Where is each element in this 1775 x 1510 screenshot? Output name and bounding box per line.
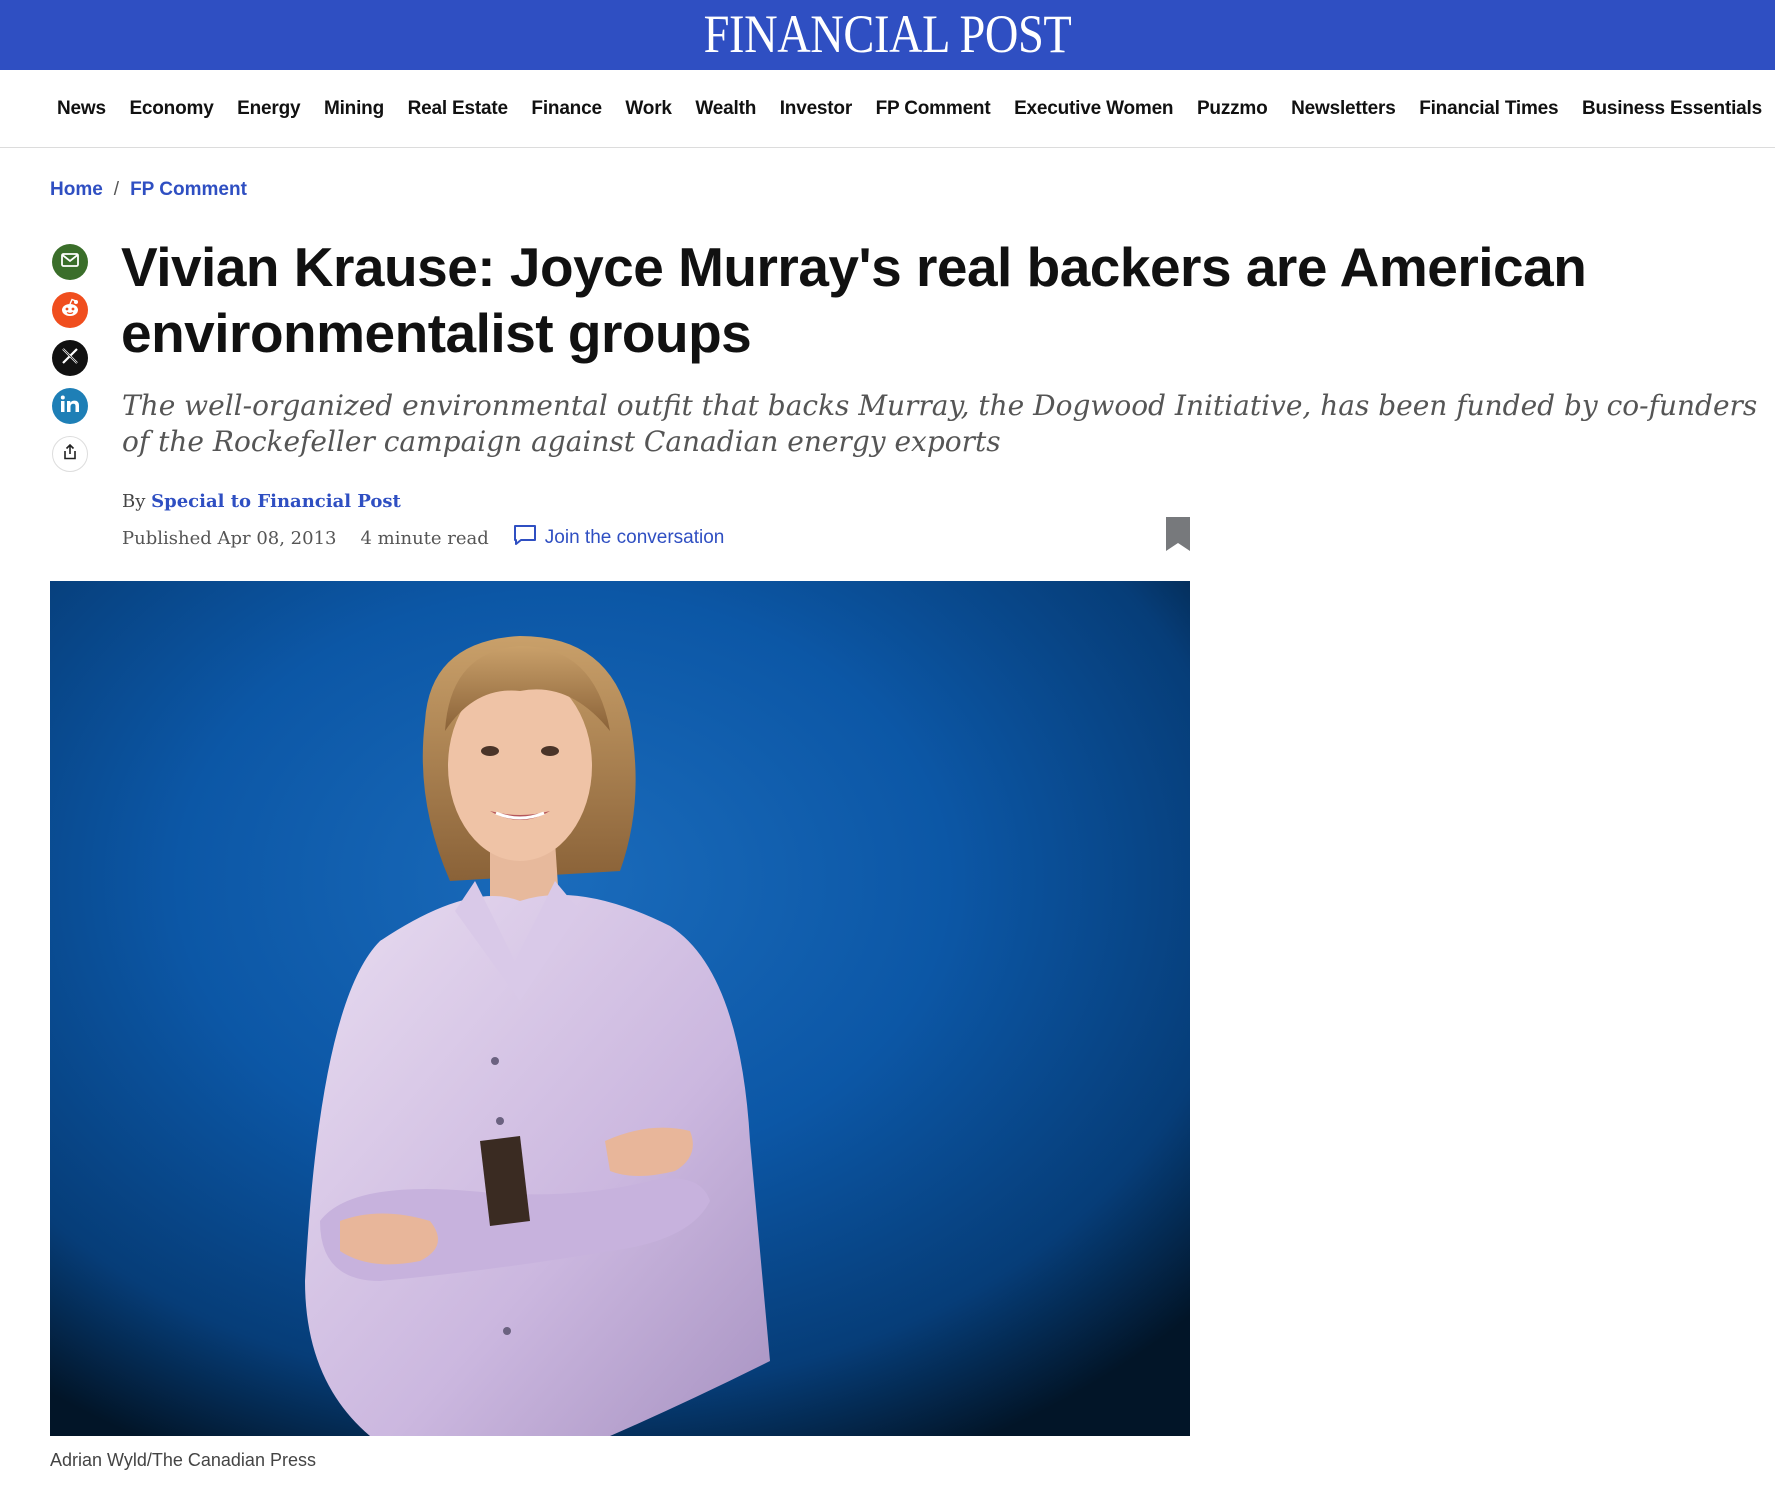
nav-item-newsletters[interactable]: Newsletters (1291, 98, 1396, 120)
linkedin-share-button[interactable] (52, 388, 88, 424)
masthead: FINANCIAL POST (0, 0, 1775, 70)
breadcrumb: Home / FP Comment (50, 179, 247, 201)
byline: By Special to Financial Post (122, 491, 401, 512)
bookmark-button[interactable] (1165, 516, 1191, 557)
breadcrumb-home[interactable]: Home (50, 179, 103, 201)
join-conversation-label: Join the conversation (544, 527, 725, 548)
site-logo[interactable]: FINANCIAL POST (124, 4, 1651, 64)
share-icon (63, 443, 77, 465)
reddit-icon (59, 298, 81, 323)
nav-item-news[interactable]: News (57, 98, 106, 120)
article-headline: Vivian Krause: Joyce Murray's real backe… (121, 236, 1587, 364)
linkedin-icon (60, 395, 80, 418)
nav-item-business-essentials[interactable]: Business Essentials (1582, 98, 1762, 120)
nav-item-investor[interactable]: Investor (780, 98, 853, 120)
byline-prefix: By (122, 491, 146, 512)
nav-item-mining[interactable]: Mining (324, 98, 384, 120)
nav-item-real-estate[interactable]: Real Estate (408, 98, 508, 120)
nav-item-executive-women[interactable]: Executive Women (1014, 98, 1173, 120)
nav-item-fp-comment[interactable]: FP Comment (876, 98, 991, 120)
lead-photo (50, 581, 1190, 1436)
read-time: 4 minute read (360, 527, 489, 549)
share-bar (52, 244, 90, 484)
main-nav: News Economy Energy Mining Real Estate F… (0, 70, 1775, 148)
article-meta: Published Apr 08, 2013 4 minute read Joi… (122, 524, 724, 552)
breadcrumb-section[interactable]: FP Comment (130, 179, 247, 201)
nav-item-puzzmo[interactable]: Puzzmo (1197, 98, 1268, 120)
reddit-share-button[interactable] (52, 292, 88, 328)
bookmark-icon (1165, 517, 1191, 556)
nav-item-wealth[interactable]: Wealth (695, 98, 756, 120)
breadcrumb-separator: / (113, 179, 120, 200)
nav-item-finance[interactable]: Finance (531, 98, 602, 120)
email-share-button[interactable] (52, 244, 88, 280)
x-icon (61, 347, 79, 370)
author-link[interactable]: Special to Financial Post (151, 491, 401, 512)
comment-icon (513, 524, 545, 552)
nav-item-work[interactable]: Work (625, 98, 672, 120)
article-dek: The well-organized environmental outfit … (122, 389, 1758, 458)
x-share-button[interactable] (52, 340, 88, 376)
woman-portrait-image (50, 581, 1190, 1436)
email-icon (61, 252, 79, 272)
photo-credit: Adrian Wyld/The Canadian Press (50, 1450, 316, 1470)
nav-item-financial-times[interactable]: Financial Times (1419, 98, 1558, 120)
published-date: Published Apr 08, 2013 (122, 527, 337, 549)
nav-item-economy[interactable]: Economy (129, 98, 213, 120)
nav-item-energy[interactable]: Energy (237, 98, 300, 120)
more-share-button[interactable] (52, 436, 88, 472)
join-conversation-link[interactable]: Join the conversation (513, 524, 725, 552)
